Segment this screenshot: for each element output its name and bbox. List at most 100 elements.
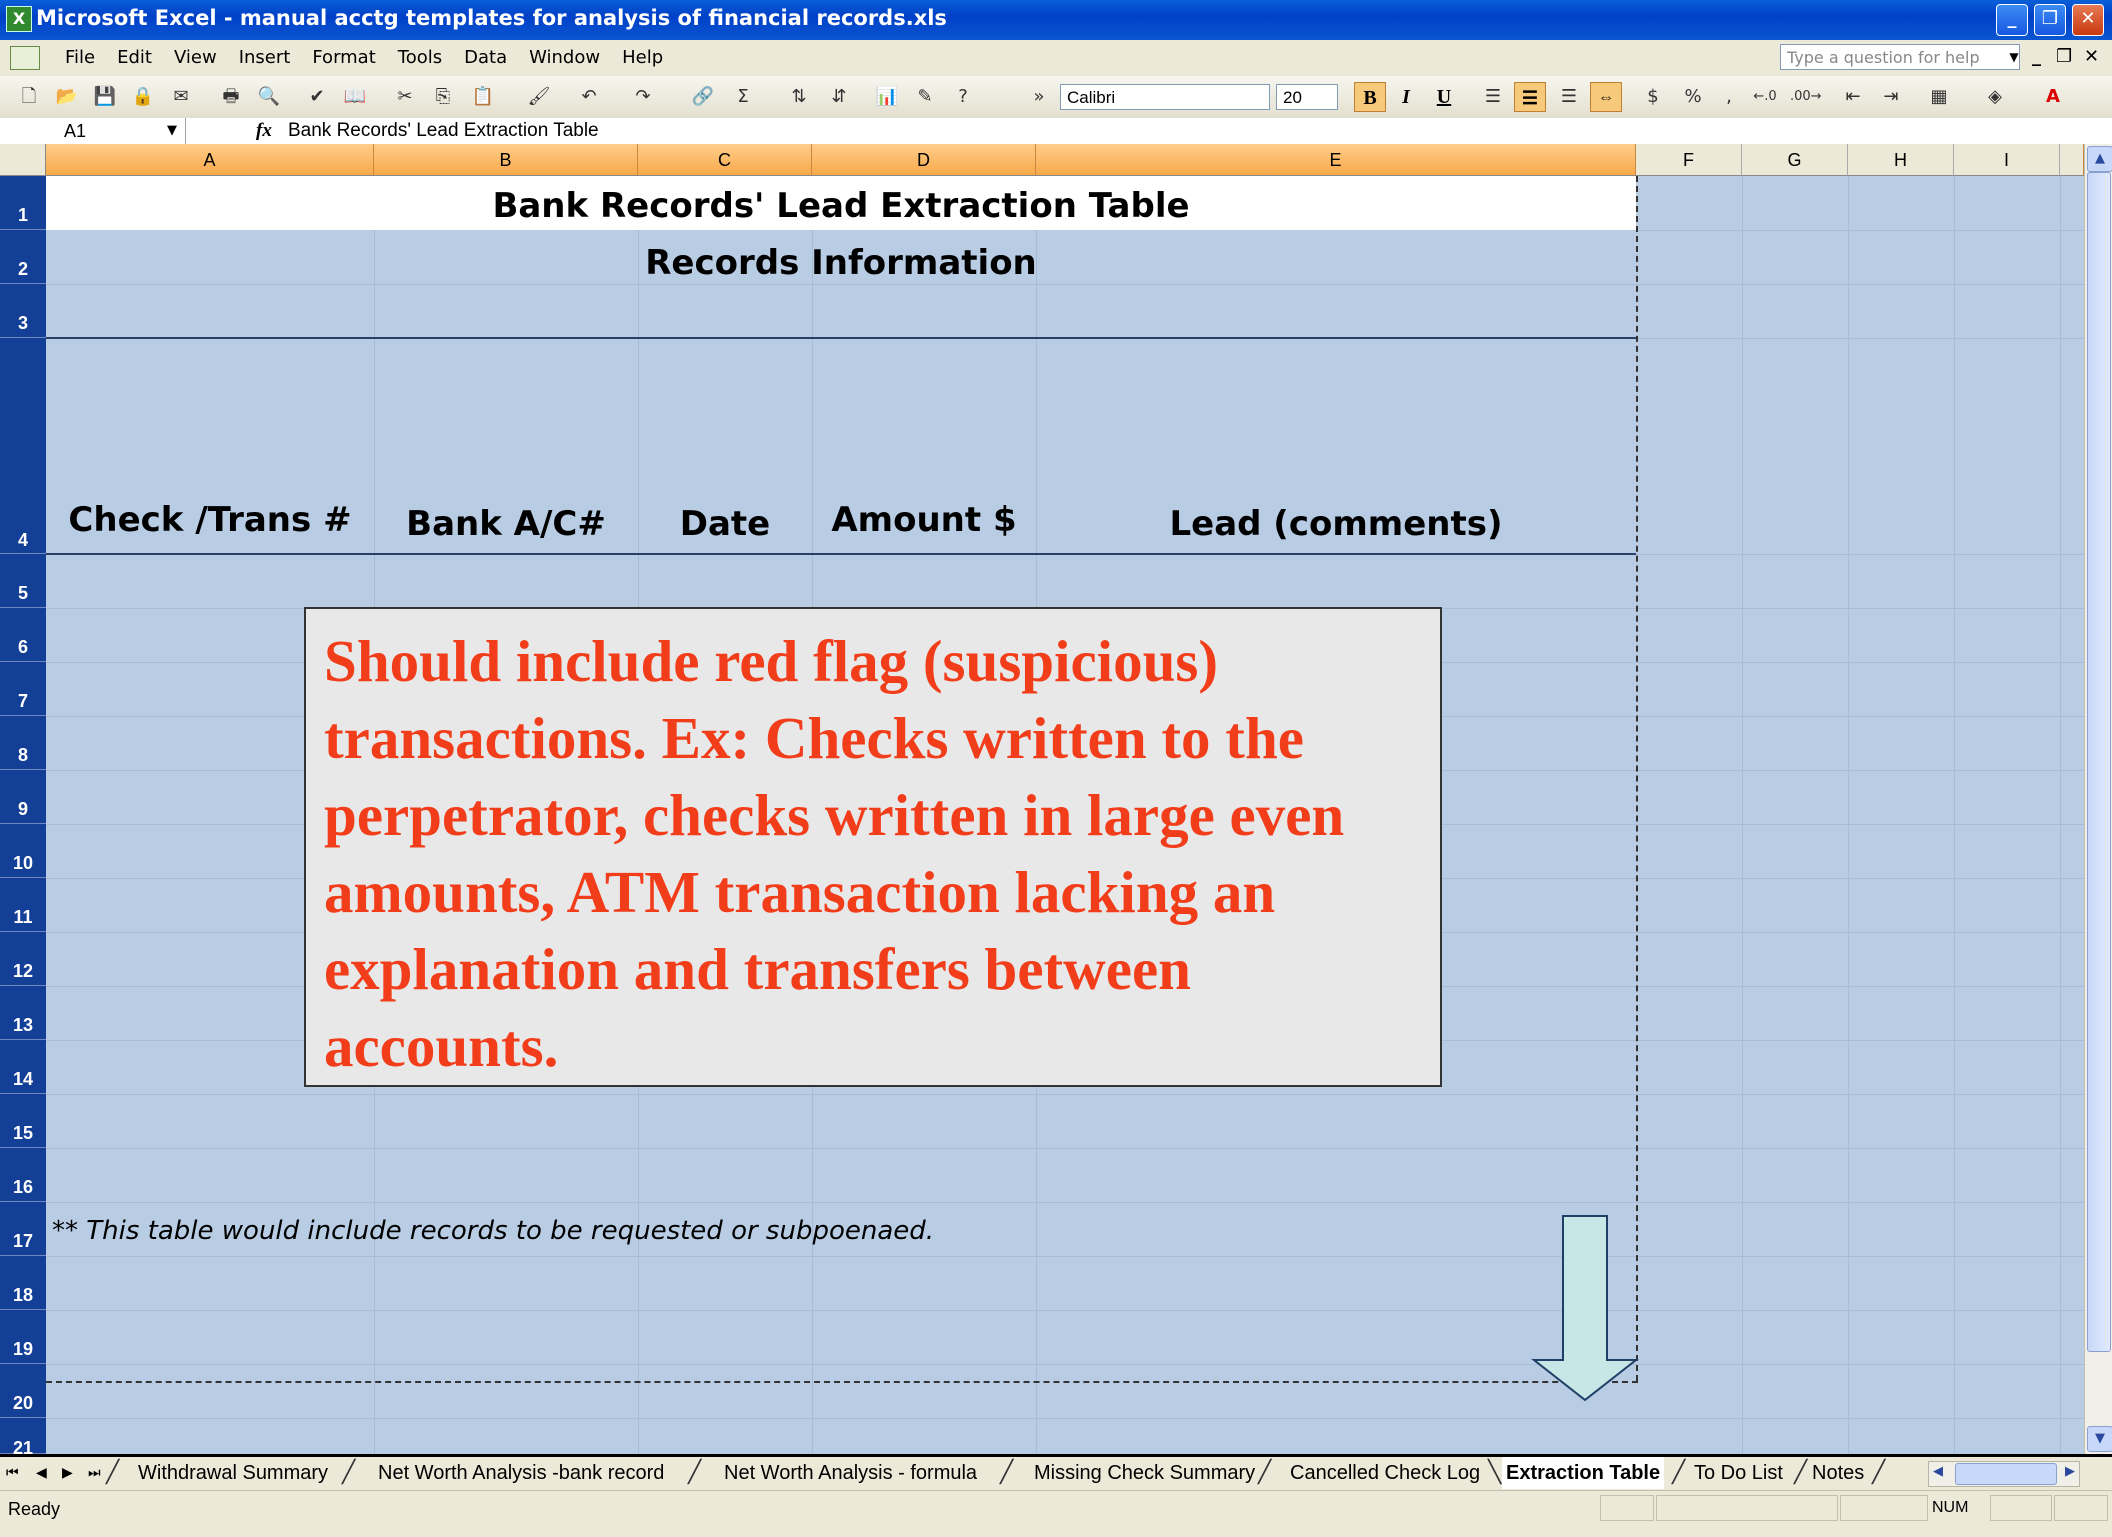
row-header[interactable]: 21 — [0, 1418, 46, 1454]
function-icon[interactable]: fx — [256, 118, 272, 144]
column-header-i[interactable]: I — [1954, 144, 2060, 176]
restore-button[interactable]: ❐ — [2034, 4, 2066, 36]
column-header-a[interactable]: A — [46, 144, 374, 176]
menu-edit[interactable]: Edit — [106, 47, 163, 68]
menu-format[interactable]: Format — [301, 47, 386, 68]
last-sheet-icon[interactable]: ⏭ — [88, 1465, 101, 1481]
align-right-icon[interactable]: ☰ — [1556, 84, 1582, 110]
print-icon[interactable]: 🖶 — [218, 84, 244, 110]
open-folder-icon[interactable]: 📂 — [54, 84, 80, 110]
menu-tools[interactable]: Tools — [387, 47, 453, 68]
font-name-select[interactable]: Calibri — [1060, 84, 1270, 110]
new-document-icon[interactable]: 🗋 — [16, 84, 42, 110]
column-header-b[interactable]: B — [374, 144, 638, 176]
prev-sheet-icon[interactable]: ◀ — [36, 1465, 47, 1481]
toolbar-options-icon[interactable]: » — [1026, 84, 1052, 110]
vertical-scrollbar[interactable]: ▲ ▼ — [2084, 144, 2112, 1454]
minimize-button[interactable]: _ — [1996, 4, 2028, 36]
row-header[interactable]: 5 — [0, 554, 46, 608]
row-header[interactable]: 2 — [0, 230, 46, 284]
menu-insert[interactable]: Insert — [228, 47, 302, 68]
help-icon[interactable]: ? — [950, 84, 976, 110]
italic-button[interactable]: I — [1390, 82, 1422, 112]
underline-button[interactable]: U — [1428, 82, 1460, 112]
row-header[interactable]: 15 — [0, 1094, 46, 1148]
tab-extraction-table[interactable]: Extraction Table — [1502, 1457, 1665, 1489]
undo-icon[interactable]: ↶ — [576, 84, 602, 110]
down-arrow-shape[interactable] — [1530, 1214, 1640, 1404]
bold-button[interactable]: B — [1354, 82, 1386, 112]
menu-file[interactable]: File — [54, 47, 106, 68]
currency-button[interactable]: $ — [1640, 84, 1666, 110]
permission-icon[interactable]: 🔒 — [130, 84, 156, 110]
column-header-c[interactable]: C — [638, 144, 812, 176]
menu-data[interactable]: Data — [453, 47, 518, 68]
workbook-icon[interactable] — [10, 46, 40, 70]
align-center-icon[interactable]: ☰ — [1514, 82, 1546, 112]
scroll-up-icon[interactable]: ▲ — [2087, 146, 2112, 172]
save-icon[interactable]: 💾 — [92, 84, 118, 110]
decrease-decimal-icon[interactable]: .00→ — [1790, 84, 1822, 110]
close-button[interactable]: ✕ — [2072, 4, 2104, 36]
row-header[interactable]: 17 — [0, 1202, 46, 1256]
column-header-g[interactable]: G — [1742, 144, 1848, 176]
chevron-down-icon[interactable]: ▼ — [162, 118, 182, 144]
row-header[interactable]: 7 — [0, 662, 46, 716]
menu-help[interactable]: Help — [611, 47, 674, 68]
format-painter-icon[interactable]: 🖌 — [526, 84, 552, 110]
increase-indent-icon[interactable]: ⇥ — [1878, 84, 1904, 110]
row-header[interactable]: 1 — [0, 176, 46, 230]
help-search-input[interactable]: Type a question for help — [1780, 44, 2020, 70]
doc-close-button[interactable]: ✕ — [2084, 46, 2099, 67]
callout-textbox[interactable]: Should include red flag (suspicious) tra… — [304, 607, 1442, 1087]
copy-icon[interactable]: ⎘ — [430, 84, 456, 110]
column-header-f[interactable]: F — [1636, 144, 1742, 176]
column-header-e[interactable]: E — [1036, 144, 1636, 176]
horizontal-scrollbar[interactable]: ◀ ▶ — [1928, 1461, 2080, 1487]
scrollbar-thumb[interactable] — [2087, 172, 2111, 1352]
name-box[interactable]: A1 — [0, 118, 186, 144]
email-icon[interactable]: ✉ — [168, 84, 194, 110]
row-header[interactable]: 8 — [0, 716, 46, 770]
merge-center-icon[interactable]: ⇔ — [1590, 82, 1622, 112]
chart-wizard-icon[interactable]: 📊 — [874, 84, 900, 110]
scrollbar-thumb[interactable] — [1955, 1463, 2057, 1485]
sort-descending-icon[interactable]: ⇵ — [826, 84, 852, 110]
row-header[interactable]: 13 — [0, 986, 46, 1040]
borders-icon[interactable]: ▦ — [1926, 84, 1952, 110]
column-header-h[interactable]: H — [1848, 144, 1954, 176]
menu-view[interactable]: View — [163, 47, 228, 68]
worksheet-grid[interactable]: A B C D E F G H I 1 2 3 4 5 6 7 8 9 10 1… — [0, 144, 2112, 1454]
row-header[interactable]: 6 — [0, 608, 46, 662]
first-sheet-icon[interactable]: ⏮ — [6, 1465, 19, 1481]
row-header[interactable]: 20 — [0, 1364, 46, 1418]
row-header[interactable]: 9 — [0, 770, 46, 824]
comma-button[interactable]: , — [1716, 84, 1742, 110]
print-preview-icon[interactable]: 🔍 — [256, 84, 282, 110]
column-header-d[interactable]: D — [812, 144, 1036, 176]
row-header[interactable]: 19 — [0, 1310, 46, 1364]
font-color-icon[interactable]: A — [2040, 84, 2066, 110]
chevron-down-icon[interactable]: ▼ — [2006, 44, 2022, 70]
fill-color-icon[interactable]: ◈ — [1982, 84, 2008, 110]
tab-to-do-list[interactable]: To Do List — [1694, 1457, 1783, 1489]
select-all-corner[interactable] — [0, 144, 46, 176]
tab-missing-check-summary[interactable]: Missing Check Summary — [1034, 1457, 1255, 1489]
font-size-select[interactable]: 20 — [1276, 84, 1338, 110]
tab-net-worth-bank-record[interactable]: Net Worth Analysis -bank record — [378, 1457, 664, 1489]
increase-decimal-icon[interactable]: ←.0 — [1752, 84, 1778, 110]
scroll-down-icon[interactable]: ▼ — [2087, 1426, 2112, 1452]
drawing-icon[interactable]: ✎ — [912, 84, 938, 110]
tab-notes[interactable]: Notes — [1812, 1457, 1864, 1489]
row-header[interactable]: 3 — [0, 284, 46, 338]
sort-ascending-icon[interactable]: ⇅ — [786, 84, 812, 110]
scroll-right-icon[interactable]: ▶ — [2065, 1464, 2075, 1479]
tab-withdrawal-summary[interactable]: Withdrawal Summary — [138, 1457, 328, 1489]
hyperlink-icon[interactable]: 🔗 — [690, 84, 716, 110]
research-icon[interactable]: 📖 — [342, 84, 368, 110]
row-header[interactable]: 18 — [0, 1256, 46, 1310]
menu-window[interactable]: Window — [518, 47, 611, 68]
row-header[interactable]: 16 — [0, 1148, 46, 1202]
tab-net-worth-formula[interactable]: Net Worth Analysis - formula — [724, 1457, 977, 1489]
align-left-icon[interactable]: ☰ — [1480, 84, 1506, 110]
